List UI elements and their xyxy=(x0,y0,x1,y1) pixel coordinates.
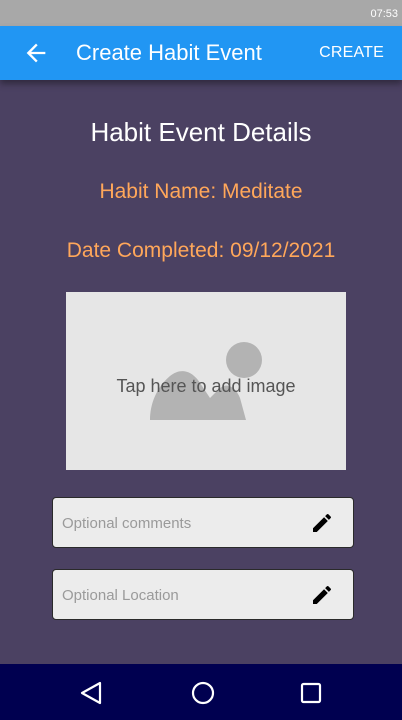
system-nav-bar xyxy=(0,664,402,720)
comments-field[interactable]: Optional comments xyxy=(52,497,354,548)
habit-name-label: Habit Name: Meditate xyxy=(99,180,303,203)
app-title: Create Habit Event xyxy=(76,40,262,65)
date-completed-label: Date Completed: 09/12/2021 xyxy=(66,239,336,262)
circle-home-icon xyxy=(191,681,215,705)
add-image-hint: Tap here to add image xyxy=(116,376,296,396)
nav-back-button[interactable] xyxy=(78,680,104,706)
nav-home-button[interactable] xyxy=(190,680,216,706)
arrow-left-icon xyxy=(26,43,46,63)
pencil-icon[interactable] xyxy=(310,511,334,535)
create-button[interactable]: CREATE xyxy=(319,44,384,62)
status-bar: 07:53 xyxy=(0,0,402,26)
nav-recents-button[interactable] xyxy=(298,680,324,706)
back-button[interactable] xyxy=(22,39,50,67)
app-bar: Create Habit Event CREATE xyxy=(0,26,402,80)
comments-placeholder: Optional comments xyxy=(62,515,192,532)
pencil-icon[interactable] xyxy=(310,583,334,607)
location-placeholder: Optional Location xyxy=(62,587,179,604)
location-field[interactable]: Optional Location xyxy=(52,569,354,620)
add-image-area[interactable]: Tap here to add image xyxy=(66,292,346,470)
status-time: 07:53 xyxy=(370,8,398,20)
triangle-back-icon xyxy=(80,681,102,705)
square-recents-icon xyxy=(300,682,322,704)
page-heading: Habit Event Details xyxy=(90,117,312,147)
